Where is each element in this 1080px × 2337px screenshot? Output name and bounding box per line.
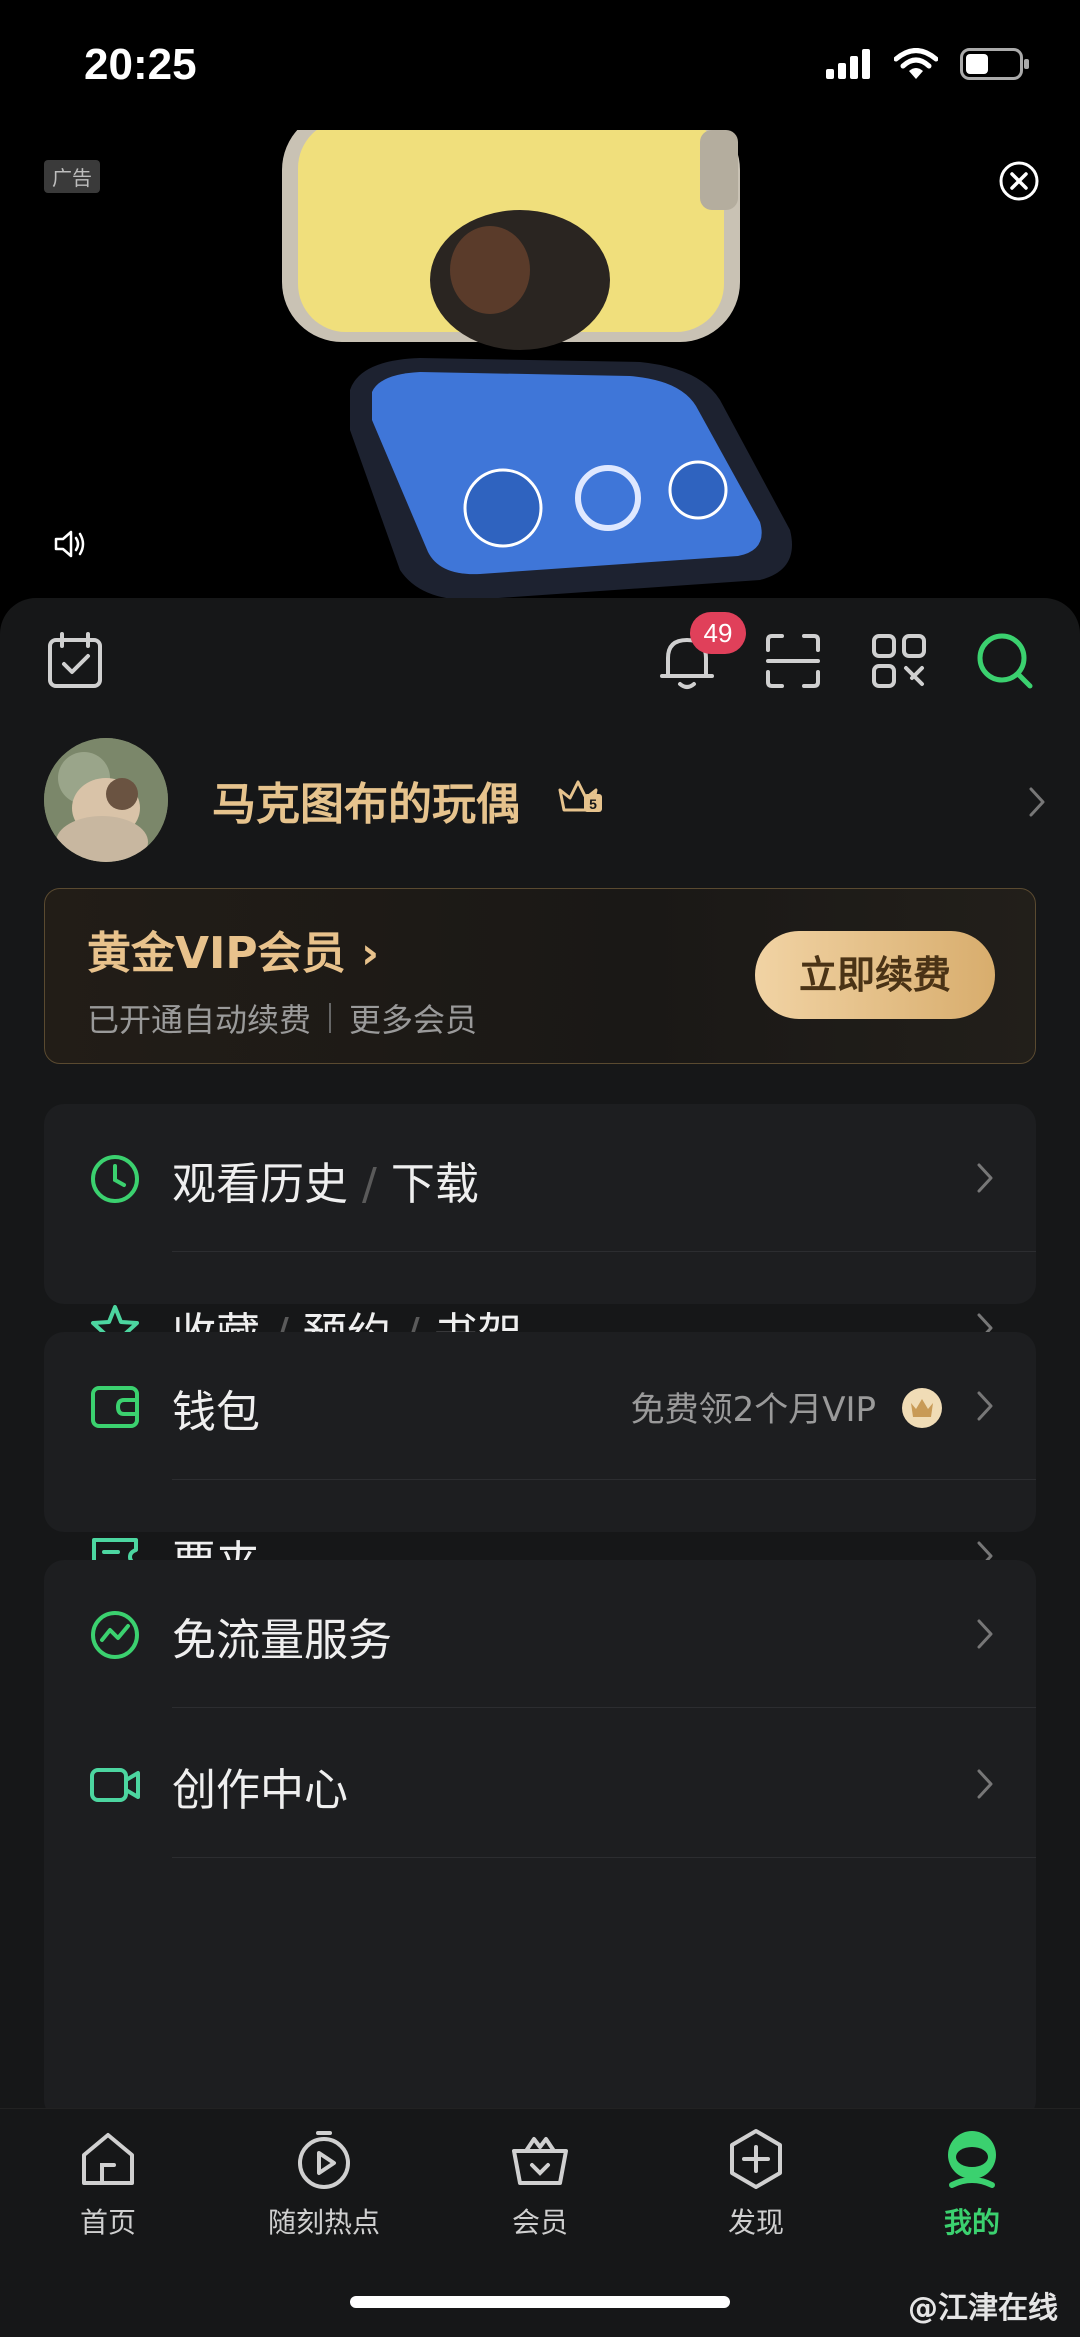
vip-level-crown-icon: 5 (558, 780, 602, 812)
nav-label: 首页 (79, 2206, 136, 2239)
history-link[interactable]: 观看历史 (172, 1159, 348, 1210)
vip-subtitle: 已开通自动续费 更多会员 (87, 995, 477, 1041)
wallet-promo-text: 免费领2个月VIP (630, 1390, 876, 1430)
my-panel: 49 马克图布的玩偶 5 黄金VIP会员 › 已开通自动续费 更多会员 立即续费… (0, 598, 1080, 2120)
cellular-signal-icon (826, 49, 870, 79)
notification-badge: 49 (690, 612, 746, 654)
divider (172, 1856, 1036, 1858)
status-icons (826, 48, 1030, 80)
chevron-right-icon (977, 1391, 993, 1421)
speaker-icon[interactable] (52, 526, 88, 562)
row-label: 创作中心 (172, 1765, 348, 1816)
nav-discover[interactable]: 发现 (648, 2127, 864, 2257)
divider (172, 1706, 1036, 1708)
download-link[interactable]: 下载 (391, 1159, 479, 1210)
row-history-download[interactable]: 观看历史 / 下载 (44, 1104, 1036, 1252)
ad-tag: 广告 (44, 160, 100, 193)
vip-card[interactable]: 黄金VIP会员 › 已开通自动续费 更多会员 立即续费 (44, 888, 1036, 1064)
video-camera-icon (90, 1768, 140, 1802)
nav-hot[interactable]: 随刻热点 (216, 2127, 432, 2257)
renew-button[interactable]: 立即续费 (755, 931, 995, 1019)
chevron-right-icon (977, 1619, 993, 1649)
profile-row[interactable]: 马克图布的玩偶 5 (44, 738, 1045, 862)
auto-renew-status: 已开通自动续费 (87, 1001, 312, 1039)
watermark: @江津在线 (908, 2291, 1058, 2326)
nav-vip[interactable]: 会员 (432, 2127, 648, 2257)
vip-title[interactable]: 黄金VIP会员 › (87, 917, 379, 981)
calendar-check-icon[interactable] (44, 630, 106, 692)
ad-banner[interactable]: 广告 (0, 130, 1080, 610)
divider (172, 1478, 1036, 1480)
chevron-right-icon (977, 1163, 993, 1193)
search-icon[interactable] (974, 630, 1036, 692)
wifi-icon (894, 48, 938, 79)
home-icon (82, 2133, 134, 2185)
crown-basket-icon (512, 2137, 568, 2185)
status-time: 20:25 (84, 40, 197, 89)
nav-me[interactable]: 我的 (864, 2127, 1080, 2257)
plus-hexagon-icon (730, 2129, 782, 2189)
clock-icon (91, 1155, 139, 1203)
nav-label: 会员 (511, 2206, 568, 2239)
nav-label: 我的 (943, 2206, 1000, 2239)
menu-card-wallet: 钱包 免费领2个月VIP 票夹 (44, 1332, 1036, 1588)
svg-text:5: 5 (589, 796, 597, 812)
battery-icon (960, 48, 1029, 80)
row-label: 观看历史 / 下载 (172, 1159, 479, 1210)
scan-icon[interactable] (762, 630, 824, 692)
row-creator-center[interactable]: 创作中心 (44, 1710, 1036, 1858)
avatar[interactable] (44, 738, 168, 862)
menu-card-history: 观看历史/下载 收藏/预约/书架 (44, 1104, 1036, 1360)
nav-label: 发现 (727, 2206, 784, 2239)
home-indicator (350, 2296, 730, 2308)
nav-home[interactable]: 首页 (0, 2127, 216, 2257)
data-traffic-icon (91, 1611, 139, 1659)
chevron-right-icon (1029, 787, 1045, 817)
close-icon[interactable] (998, 160, 1040, 202)
status-bar: 20:25 (0, 0, 1080, 130)
qr-code-icon[interactable] (868, 630, 930, 692)
nav-label: 随刻热点 (267, 2206, 380, 2239)
chevron-right-icon (977, 1769, 993, 1799)
play-timer-icon (298, 2131, 350, 2189)
ad-watch-image (282, 130, 792, 610)
menu-card-services: 免流量服务 创作中心 (44, 1560, 1036, 2120)
avatar-image (44, 738, 168, 862)
more-membership-link[interactable]: 更多会员 (349, 995, 477, 1041)
row-wallet[interactable]: 钱包 免费领2个月VIP (44, 1332, 1036, 1480)
profile-mascot-icon (948, 2131, 996, 2188)
divider (172, 1250, 1036, 1252)
divider (329, 1003, 332, 1033)
nickname[interactable]: 马克图布的玩偶 (212, 768, 520, 832)
row-label: 钱包 (172, 1387, 260, 1438)
top-toolbar: 49 (0, 612, 1080, 700)
wallet-icon (91, 1386, 139, 1428)
row-label: 免流量服务 (172, 1615, 392, 1666)
row-free-data[interactable]: 免流量服务 (44, 1560, 1036, 1708)
vip-coin-icon (902, 1388, 942, 1428)
